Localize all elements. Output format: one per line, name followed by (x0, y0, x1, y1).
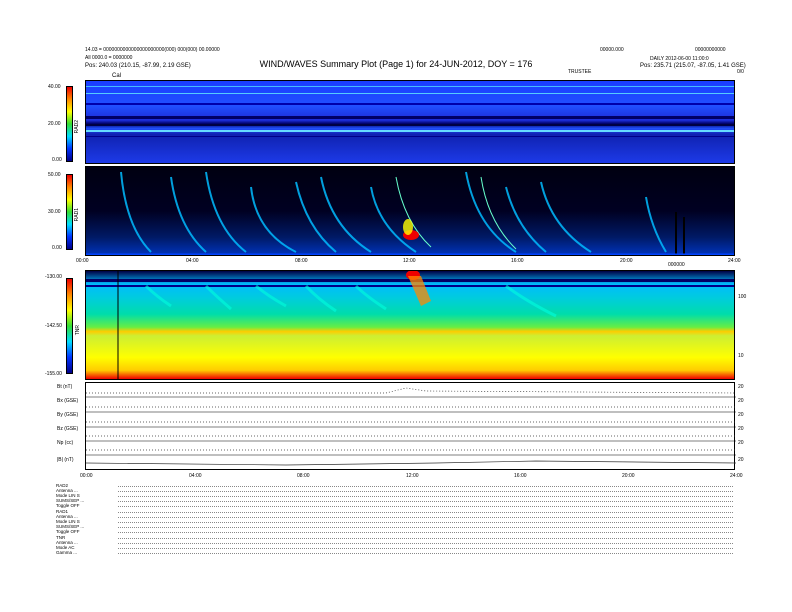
bottom-rad1: RAD1 Antenna ... Mode LIN S SUMS/SEP ...… (56, 509, 84, 534)
time-tick-lower-1: 04:00 (189, 473, 202, 479)
mag-right-3: 20 (738, 426, 744, 432)
chart-title: WIND/WAVES Summary Plot (Page 1) for 24-… (259, 59, 533, 69)
mag-label-5: |B| (nT) (57, 457, 74, 463)
rad1-colorbar (66, 174, 73, 250)
tnr-right-tick-2: 10 (738, 353, 744, 359)
tnr-spectrogram (85, 270, 735, 380)
rad1-tick-bottom: 0.00 (52, 245, 62, 251)
tnr-colorbar (66, 278, 73, 374)
bottom-tnr: TNR Antenna ... Mode AC Gamma ... (56, 535, 78, 555)
mag-traces (86, 387, 736, 466)
header-line1: 14.03 = 0000000000000000000000(000) 000(… (85, 47, 220, 53)
time-tick-lower-4: 16:00 (514, 473, 527, 479)
mag-right-1: 20 (738, 398, 744, 404)
rad2-tick-mid: 20.00 (48, 121, 61, 127)
mag-label-2: By (GSE) (57, 412, 79, 418)
rad1-bursts (86, 171, 734, 255)
header-right2: 00000000000 (695, 47, 726, 53)
mag-label-0: Bt (nT) (57, 384, 73, 390)
rad1-label: RAD1 (74, 208, 80, 222)
bottom-rad2: RAD2 Antenna ... Mode LIN S SUMS/SEP ...… (56, 483, 84, 508)
tnr-bursts (117, 271, 557, 379)
rad1-tick-top: 50.00 (48, 172, 61, 178)
time-axis-upper: 00:00 04:00 08:00 12:00 16:00 20:00 24:0… (0, 258, 792, 268)
rad1-tick-mid: 30.00 (48, 209, 61, 215)
rad2-tick-top: 40.00 (48, 84, 61, 90)
mag-label-3: Bz (GSE) (57, 426, 79, 432)
rad2-label: RAD2 (74, 120, 80, 134)
mag-right-2: 20 (738, 412, 744, 418)
time-tick-1: 04:00 (186, 258, 199, 264)
rad2-spectrogram (85, 80, 735, 164)
time-tick-4: 16:00 (511, 258, 524, 264)
time-tick-lower-3: 12:00 (406, 473, 419, 479)
time-tick-0: 00:00 (76, 258, 89, 264)
header-right1: 00000.000 (600, 47, 624, 53)
bottom-rad1-line3: Toggle OFF (56, 529, 80, 534)
tnr-label: TNR (75, 325, 81, 336)
mag-right-0: 20 (738, 384, 744, 390)
rad2-colorbar (66, 86, 73, 162)
tnr-top-right: 000000 (668, 262, 685, 268)
time-tick-lower-2: 08:00 (297, 473, 310, 479)
time-tick-2: 08:00 (295, 258, 308, 264)
header-corner: 0/0 (737, 69, 744, 75)
bottom-tnr-line2: Gamma ... (56, 550, 78, 555)
time-tick-6: 24:00 (728, 258, 741, 264)
mag-right-5: 20 (738, 457, 744, 463)
bottom-rad2-line3: Toggle OFF (56, 503, 80, 508)
mag-label-1: Bx (GSE) (57, 398, 79, 404)
tnr-tick-mid: -142.50 (45, 323, 62, 329)
rad2-tick-bottom: 0.00 (52, 157, 62, 163)
tnr-tick-top: -130.00 (45, 274, 62, 280)
mag-right-4: 20 (738, 440, 744, 446)
time-tick-lower-0: 00:00 (80, 473, 93, 479)
time-tick-lower-6: 24:00 (730, 473, 743, 479)
header-small: TRUSTEE (568, 69, 592, 75)
time-axis-lower: 00:00 04:00 08:00 12:00 16:00 20:00 24:0… (0, 473, 792, 481)
time-tick-5: 20:00 (620, 258, 633, 264)
rad1-spectrogram (85, 166, 735, 256)
tnr-right-tick-1: 100 (738, 294, 747, 300)
time-tick-lower-5: 20:00 (622, 473, 635, 479)
tnr-tick-bottom: -155.00 (45, 371, 62, 377)
time-tick-3: 12:00 (403, 258, 416, 264)
cal-label: Cal (112, 73, 122, 79)
mag-rows (85, 382, 736, 470)
mag-label-4: Np (cc) (57, 440, 74, 446)
